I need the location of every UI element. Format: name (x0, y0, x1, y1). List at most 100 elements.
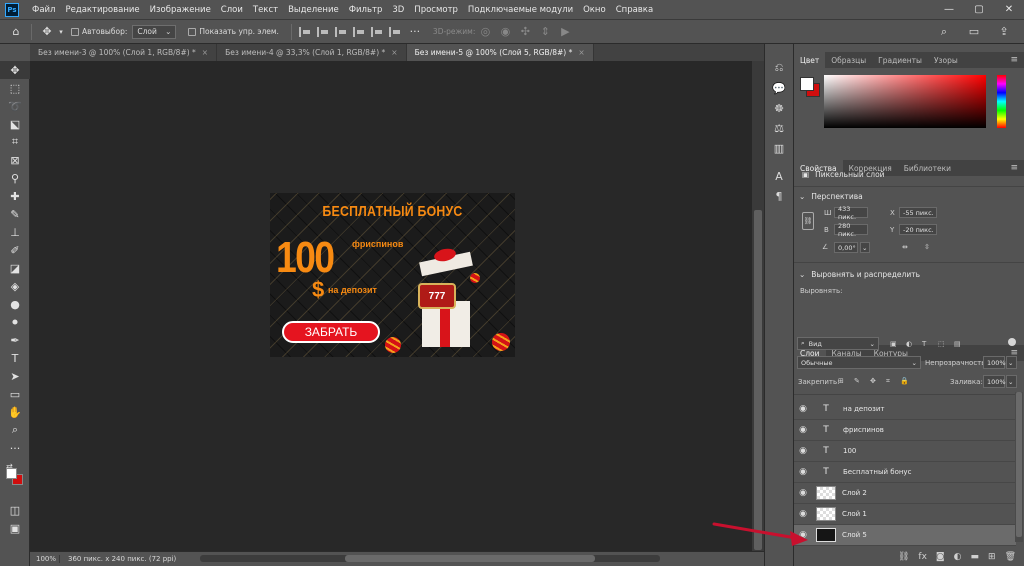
tab-document-3[interactable]: Без имени-3 @ 100% (Слой 1, RGB/8#) * × (30, 44, 218, 61)
horizontal-scrollbar-thumb[interactable] (345, 555, 595, 562)
align-middle-icon[interactable] (370, 26, 385, 37)
pen-tool-icon[interactable]: ✒ (0, 331, 30, 349)
foreground-color-chip[interactable] (800, 77, 814, 91)
close-window-button[interactable]: ✕ (994, 4, 1024, 15)
eyedropper-tool-icon[interactable]: ⚲ (0, 169, 30, 187)
layer-row[interactable]: ◉ T 100 (794, 441, 1016, 462)
character-icon[interactable]: A (765, 166, 793, 186)
workspace-icon[interactable]: ▭ (964, 25, 984, 38)
tab-patterns[interactable]: Узоры (928, 52, 964, 68)
layer-style-icon[interactable]: fx (918, 552, 927, 562)
history-icon[interactable]: ⎌ (765, 58, 793, 78)
histogram-icon[interactable]: ▥ (765, 138, 793, 158)
filter-shape-icon[interactable]: ⬚ (938, 340, 945, 348)
hand-tool-icon[interactable]: ✋ (0, 403, 30, 421)
screen-mode-icon[interactable]: ▣ (0, 519, 30, 537)
brush-tool-icon[interactable]: ✎ (0, 205, 30, 223)
home-icon[interactable]: ⌂ (6, 25, 26, 38)
transform-section-title[interactable]: ⌄ Перспектива (799, 192, 863, 201)
opacity-dropdown[interactable]: ⌄ (1006, 356, 1017, 369)
layer-row[interactable]: ◉ T фриспинов (794, 420, 1016, 441)
filter-pixel-icon[interactable]: ▣ (890, 340, 897, 348)
menu-layers[interactable]: Слои (216, 5, 248, 15)
maximize-button[interactable]: ▢ (964, 4, 994, 15)
opacity-field[interactable]: 100% (983, 356, 1006, 369)
close-icon[interactable]: × (578, 48, 584, 57)
rectangle-tool-icon[interactable]: ▭ (0, 385, 30, 403)
menu-window[interactable]: Окно (578, 5, 611, 15)
panel-menu-icon[interactable]: ≡ (1010, 163, 1018, 173)
lasso-tool-icon[interactable]: ➰ (0, 97, 30, 115)
layers-scrollbar-thumb[interactable] (1016, 392, 1022, 537)
eraser-tool-icon[interactable]: ◪ (0, 259, 30, 277)
layer-row-selected[interactable]: ◉ Слой 5 (794, 525, 1016, 546)
blur-tool-icon[interactable]: ● (0, 295, 30, 313)
align-center-icon[interactable] (316, 26, 331, 37)
camera-3d-icon[interactable]: ▶ (555, 25, 575, 38)
eye-icon[interactable]: ◉ (794, 509, 812, 519)
menu-plugins[interactable]: Подключаемые модули (463, 5, 578, 15)
chevron-down-icon[interactable]: ▾ (57, 28, 65, 36)
orbit-3d-icon[interactable]: ◎ (475, 25, 495, 38)
slide-3d-icon[interactable]: ⇕ (535, 25, 555, 38)
add-mask-icon[interactable]: ◙ (936, 552, 945, 562)
filter-adjustment-icon[interactable]: ◐ (906, 340, 912, 348)
y-field[interactable]: -20 пикс. (899, 224, 937, 235)
move-tool-icon[interactable]: ✥ (37, 25, 57, 38)
show-controls-checkbox[interactable] (188, 27, 197, 36)
lock-all-icon[interactable]: 🔒 (900, 377, 909, 385)
filter-toggle[interactable] (1008, 338, 1016, 346)
foreground-color-swatch[interactable] (6, 468, 17, 479)
marquee-tool-icon[interactable]: ⬚ (0, 79, 30, 97)
minimize-button[interactable]: — (934, 4, 964, 15)
filter-type-icon[interactable]: T (922, 340, 926, 348)
delete-layer-icon[interactable]: 🗑 (1005, 552, 1016, 562)
search-icon[interactable]: ⌕ (934, 25, 954, 39)
quick-mask-icon[interactable]: ◫ (0, 501, 30, 519)
stamp-tool-icon[interactable]: ⊥ (0, 223, 30, 241)
height-field[interactable]: 280 пикс. (834, 222, 868, 238)
angle-dropdown[interactable]: ⌄ (860, 242, 870, 253)
layer-row[interactable]: ◉ T Бесплатный бонус (794, 462, 1016, 483)
autoselect-checkbox[interactable] (71, 27, 79, 36)
menu-type[interactable]: Текст (248, 5, 283, 15)
filter-smart-object-icon[interactable]: ▤ (954, 340, 961, 348)
eye-icon[interactable]: ◉ (794, 446, 812, 456)
new-group-icon[interactable]: ▬ (971, 552, 980, 562)
tab-swatches[interactable]: Образцы (825, 52, 872, 68)
menu-view[interactable]: Просмотр (409, 5, 463, 15)
close-icon[interactable]: × (202, 48, 208, 57)
eye-icon[interactable]: ◉ (794, 404, 812, 414)
link-proportions-icon[interactable]: ⛓ (802, 212, 814, 230)
autoselect-dropdown[interactable]: Слой ⌄ (132, 24, 177, 39)
roll-3d-icon[interactable]: ◉ (495, 25, 515, 38)
new-layer-icon[interactable]: ⊞ (988, 552, 996, 562)
more-options-icon[interactable]: ··· (405, 25, 425, 38)
align-bottom-icon[interactable] (388, 26, 403, 37)
healing-brush-tool-icon[interactable]: ✚ (0, 187, 30, 205)
eye-icon[interactable]: ◉ (794, 488, 812, 498)
comments-icon[interactable]: 💬 (765, 78, 793, 98)
move-tool-icon[interactable]: ✥ (0, 61, 30, 79)
fill-field[interactable]: 100% (983, 375, 1006, 388)
eye-icon[interactable]: ◉ (794, 530, 812, 540)
close-icon[interactable]: × (391, 48, 397, 57)
zoom-tool-icon[interactable]: ⌕ (0, 421, 30, 439)
menu-file[interactable]: Файл (27, 5, 60, 15)
vertical-scrollbar-thumb[interactable] (754, 210, 762, 550)
layer-row[interactable]: ◉ T на депозит (794, 399, 1016, 420)
link-layers-icon[interactable]: ⛓ (898, 552, 909, 562)
navigator-icon[interactable]: ☸ (765, 98, 793, 118)
hue-slider[interactable] (997, 75, 1006, 128)
tab-document-5[interactable]: Без имени-5 @ 100% (Слой 5, RGB/8#) * × (406, 44, 594, 61)
panel-menu-icon[interactable]: ≡ (1010, 55, 1018, 65)
more-tools-icon[interactable]: ··· (0, 439, 30, 457)
x-field[interactable]: -55 пикс. (899, 207, 937, 218)
pan-3d-icon[interactable]: ✣ (515, 25, 535, 38)
menu-help[interactable]: Справка (611, 5, 658, 15)
lock-artboard-icon[interactable]: ⌗ (886, 377, 890, 386)
share-icon[interactable]: ⇪ (994, 25, 1014, 38)
menu-filter[interactable]: Фильтр (344, 5, 388, 15)
zoom-level[interactable]: 100% (30, 555, 60, 563)
blend-mode-dropdown[interactable]: Обычные ⌄ (797, 356, 921, 369)
